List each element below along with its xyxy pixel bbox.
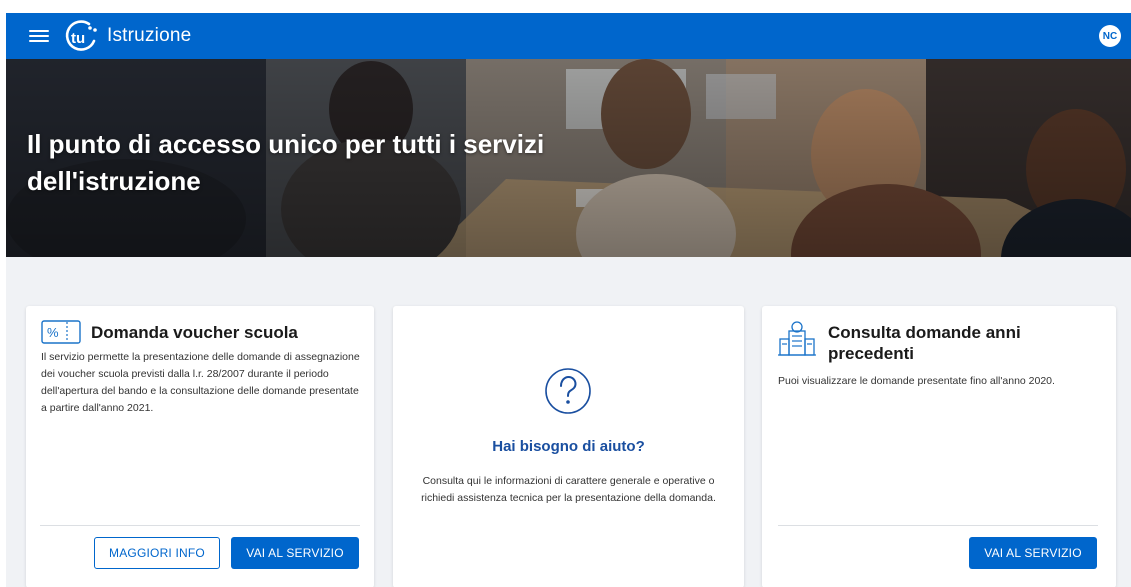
help-description: Consulta qui le informazioni di caratter…	[421, 475, 716, 504]
more-info-button[interactable]: MAGGIORI INFO	[94, 537, 220, 569]
percent-ticket-icon: %	[41, 320, 81, 344]
card-title: Consulta domande anni precedenti	[828, 323, 1021, 363]
hamburger-menu-icon[interactable]	[29, 28, 49, 44]
user-avatar[interactable]: NC	[1099, 25, 1121, 47]
go-to-service-button[interactable]: VAI AL SERVIZIO	[231, 537, 359, 569]
question-circle-icon	[545, 368, 591, 414]
card-voucher-scuola: % Domanda voucher scuola Il servizio per…	[26, 306, 374, 587]
card-divider	[778, 525, 1098, 526]
app-header: tu Istruzione NC	[6, 13, 1131, 59]
card-title: Domanda voucher scuola	[91, 323, 298, 342]
logo-text: tu	[71, 30, 85, 47]
go-to-service-button[interactable]: VAI AL SERVIZIO	[969, 537, 1097, 569]
building-archive-icon	[778, 321, 816, 356]
card-description: Puoi visualizzare le domande presentate …	[778, 375, 1055, 387]
svg-text:%: %	[47, 325, 59, 340]
card-help[interactable]: Hai bisogno di aiuto? Consulta qui le in…	[393, 306, 744, 587]
top-strip	[0, 0, 1131, 13]
app-title: Istruzione	[107, 25, 192, 46]
tu-logo-icon: tu	[65, 20, 97, 51]
card-description: Il servizio permette la presentazione de…	[41, 351, 360, 414]
hero-banner: Il punto di accesso unico per tutti i se…	[6, 59, 1131, 257]
hero-title: Il punto di accesso unico per tutti i se…	[27, 129, 545, 196]
services-section: % Domanda voucher scuola Il servizio per…	[6, 257, 1131, 587]
logo[interactable]: tu Istruzione	[61, 19, 191, 53]
card-previous-applications: Consulta domande anni precedenti Puoi vi…	[762, 306, 1116, 587]
help-title: Hai bisogno di aiuto?	[492, 438, 645, 455]
card-divider	[40, 525, 360, 526]
